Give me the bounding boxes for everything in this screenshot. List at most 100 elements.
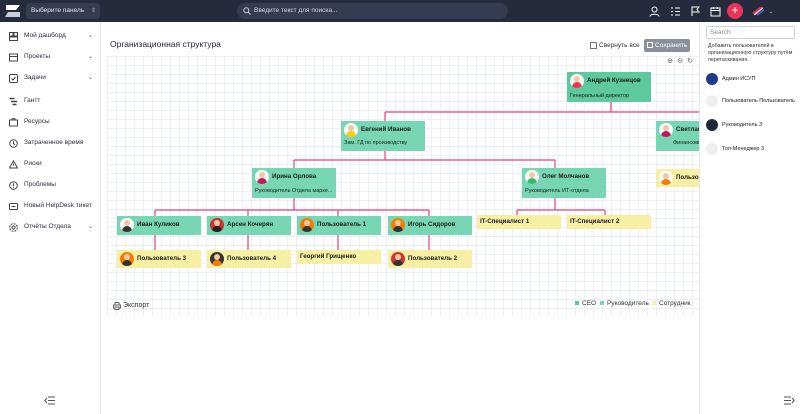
sidebar: Мой дашборд ⌄ Проекты ⌄ Задачи ⌄ Гантт Ресу…: [0, 22, 101, 414]
avatar: [300, 218, 314, 232]
avatar: [706, 119, 718, 131]
sidebar-item-label: Задачи: [24, 74, 46, 81]
org-node-title: Генеральный директор: [570, 93, 629, 99]
avatar: [391, 218, 405, 232]
org-node-molchanov[interactable]: Олег Молчанов Руководитель ИТ-отдела: [522, 168, 606, 198]
sidebar-item-tasks[interactable]: Задачи ⌄: [0, 71, 101, 85]
avatar: [120, 218, 134, 232]
org-node-user2[interactable]: Пользователь 2: [388, 250, 472, 268]
collapse-panel-icon[interactable]: [784, 396, 795, 405]
org-node-name: Игорь Сидоров: [408, 221, 456, 228]
main-content: Организационная структура Свернуть все С…: [101, 22, 720, 414]
sidebar-item-gantt[interactable]: Гантт: [0, 94, 101, 108]
org-node-name: Иван Куликов: [137, 221, 180, 228]
global-search-placeholder: Введите текст для поиска...: [254, 7, 338, 14]
org-node-user1[interactable]: Пользователь 1: [297, 216, 381, 235]
global-search-input[interactable]: Введите текст для поиска...: [237, 3, 508, 19]
org-node-grishchenko[interactable]: Георгий Грищенко: [297, 250, 381, 264]
sidebar-item-label: Ресурсы: [24, 118, 50, 125]
sidebar-item-label: Риски: [24, 160, 42, 167]
sidebar-item-dashboard[interactable]: Мой дашборд ⌄: [0, 29, 101, 43]
sidebar-item-risks[interactable]: Риски: [0, 157, 101, 171]
legend-employee: Сотрудник: [652, 300, 691, 307]
calendar-icon[interactable]: [708, 4, 722, 18]
page-title: Организационная структура: [110, 39, 221, 49]
user-list-item[interactable]: Топ-Менеджер 3: [705, 142, 797, 156]
org-node-name: Пользователь 4: [227, 255, 277, 262]
legend-label: CEO: [582, 300, 597, 307]
sidebar-item-label: Отчёты Отдела: [24, 223, 71, 230]
user-list-item[interactable]: Пользователь Пользователь: [705, 94, 797, 108]
org-node-name: Евгений Иванов: [361, 126, 411, 133]
reset-zoom-icon[interactable]: ↻: [686, 58, 694, 66]
avatar: [570, 74, 584, 88]
language-flag-icon[interactable]: [750, 4, 766, 18]
sidebar-item-resources[interactable]: Ресурсы: [0, 115, 101, 129]
sidebar-item-reports[interactable]: Отчёты Отдела ⌄: [0, 220, 101, 234]
sidebar-item-helpdesk[interactable]: Новый HelpDesk тикет: [0, 199, 101, 213]
legend-label: Сотрудник: [659, 300, 691, 307]
org-node-kocheryan[interactable]: Арсен Кочерян: [207, 216, 291, 235]
org-node-finance[interactable]: Светлана Финансовый: [656, 121, 705, 151]
org-node-name: Пользователь 1: [317, 221, 367, 228]
org-node-user-right[interactable]: Пользователь: [656, 169, 720, 187]
avatar: [210, 218, 224, 232]
add-button[interactable]: +: [727, 3, 743, 19]
sidebar-item-time-spent[interactable]: Затраченное время: [0, 136, 101, 150]
panel-selector[interactable]: Выберите панель ⇕: [26, 3, 100, 19]
resources-icon: [9, 118, 18, 127]
legend-label: Руководитель: [607, 300, 649, 307]
chevron-down-icon: ⌄: [87, 54, 93, 60]
drag-hint: Добавить пользователей в организационную…: [708, 43, 793, 63]
org-node-sidorov[interactable]: Игорь Сидоров: [388, 216, 472, 235]
collapse-sidebar-icon[interactable]: [44, 396, 55, 405]
avatar: [344, 123, 358, 137]
flag-icon[interactable]: [688, 4, 702, 18]
user-panel: Search Добавить пользователей в организа…: [699, 22, 800, 414]
app-logo[interactable]: [5, 4, 21, 18]
zoom-out-icon[interactable]: ⊖: [676, 58, 684, 66]
collapse-icon: [590, 42, 597, 49]
org-node-title: Зам. ГД по производству: [344, 140, 408, 146]
gantt-icon: [9, 97, 17, 106]
avatar: [255, 170, 269, 184]
org-node-title: Руководитель Отдела марке...: [255, 188, 333, 194]
task-list-icon[interactable]: [668, 4, 682, 18]
user-list-label: Руководитель 3: [722, 122, 763, 128]
user-icon[interactable]: [647, 4, 661, 18]
org-node-name: Пользователь 3: [137, 255, 187, 262]
org-node-title: Руководитель ИТ-отдела: [525, 188, 589, 194]
org-node-name: IT-Специалист 1: [480, 218, 530, 225]
user-search-placeholder: Search: [710, 29, 731, 36]
export-button[interactable]: Экспорт: [113, 302, 150, 310]
save-label: Сохранить: [655, 42, 688, 49]
org-node-kulikov[interactable]: Иван Куликов: [117, 216, 201, 235]
user-list-label: Админ ИСУП: [722, 76, 756, 82]
user-search-input[interactable]: Search: [706, 26, 795, 39]
export-label: Экспорт: [123, 302, 150, 309]
collapse-all-label: Свернуть все: [599, 42, 640, 49]
save-icon: [647, 42, 653, 48]
org-node-deputy[interactable]: Евгений Иванов Зам. ГД по производству: [341, 121, 425, 151]
projects-icon: [9, 53, 18, 62]
zoom-in-icon[interactable]: ⊕: [666, 58, 674, 66]
org-node-orlova[interactable]: Ирина Орлова Руководитель Отдела марке..…: [252, 168, 336, 198]
user-list-item[interactable]: Админ ИСУП: [705, 72, 797, 86]
tasks-icon: [9, 74, 18, 83]
avatar: [706, 143, 718, 155]
search-icon: [243, 7, 251, 15]
user-list-item[interactable]: Руководитель 3: [705, 118, 797, 132]
org-node-name: Арсен Кочерян: [227, 221, 274, 228]
avatar: [706, 95, 718, 107]
sidebar-item-projects[interactable]: Проекты ⌄: [0, 50, 101, 64]
ticket-icon: [9, 203, 18, 210]
sidebar-item-problems[interactable]: Проблемы: [0, 178, 101, 192]
org-node-it2[interactable]: IT-Специалист 2: [567, 215, 651, 229]
collapse-all-button[interactable]: Свернуть все: [590, 40, 640, 51]
org-node-ceo[interactable]: Андрей Кузнецов Генеральный директор: [567, 72, 651, 102]
save-button[interactable]: Сохранить: [644, 39, 690, 52]
org-node-user3[interactable]: Пользователь 3: [117, 250, 201, 268]
org-node-it1[interactable]: IT-Специалист 1: [477, 215, 561, 229]
chevron-down-icon[interactable]: ⌄: [766, 4, 776, 18]
org-node-user4[interactable]: Пользователь 4: [207, 250, 291, 268]
